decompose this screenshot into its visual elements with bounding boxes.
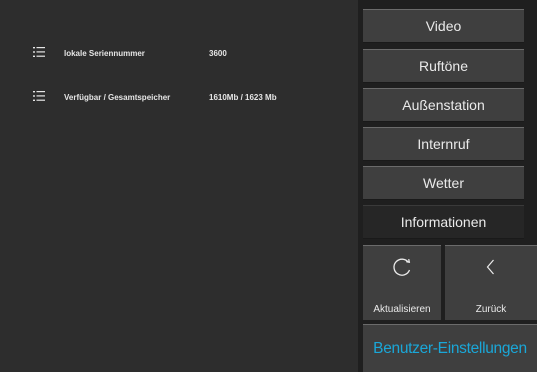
menu-item-intercom[interactable]: Internruf bbox=[363, 127, 524, 161]
menu-item-ringtones[interactable]: Ruftöne bbox=[363, 49, 524, 83]
info-row-storage: Verfügbar / Gesamtspeicher 1610Mb / 1623… bbox=[0, 86, 358, 108]
user-settings-title: Benutzer-Einstellungen bbox=[363, 324, 537, 372]
menu-item-outdoor-station[interactable]: Außenstation bbox=[363, 88, 524, 122]
info-panel: lokale Seriennummer 3600 Verfügbar / Ges… bbox=[0, 0, 358, 372]
storage-value: 1610Mb / 1623 Mb bbox=[209, 92, 277, 102]
list-icon bbox=[33, 91, 45, 101]
menu-panel: Video Ruftöne Außenstation Internruf Wet… bbox=[358, 0, 537, 372]
info-row-serial: lokale Seriennummer 3600 bbox=[0, 42, 358, 64]
menu-item-information[interactable]: Informationen bbox=[363, 205, 524, 239]
storage-label: Verfügbar / Gesamtspeicher bbox=[64, 92, 171, 102]
refresh-label: Aktualisieren bbox=[373, 304, 431, 315]
menu-item-weather[interactable]: Wetter bbox=[363, 166, 524, 200]
back-button[interactable]: Zurück bbox=[445, 245, 537, 320]
menu-item-video[interactable]: Video bbox=[363, 9, 524, 43]
refresh-button[interactable]: Aktualisieren bbox=[363, 245, 441, 320]
refresh-icon bbox=[363, 256, 441, 283]
list-icon bbox=[33, 47, 45, 57]
chevron-left-icon bbox=[445, 256, 537, 283]
serial-label: lokale Seriennummer bbox=[64, 48, 145, 58]
serial-value: 3600 bbox=[209, 48, 227, 58]
back-label: Zurück bbox=[475, 304, 507, 315]
